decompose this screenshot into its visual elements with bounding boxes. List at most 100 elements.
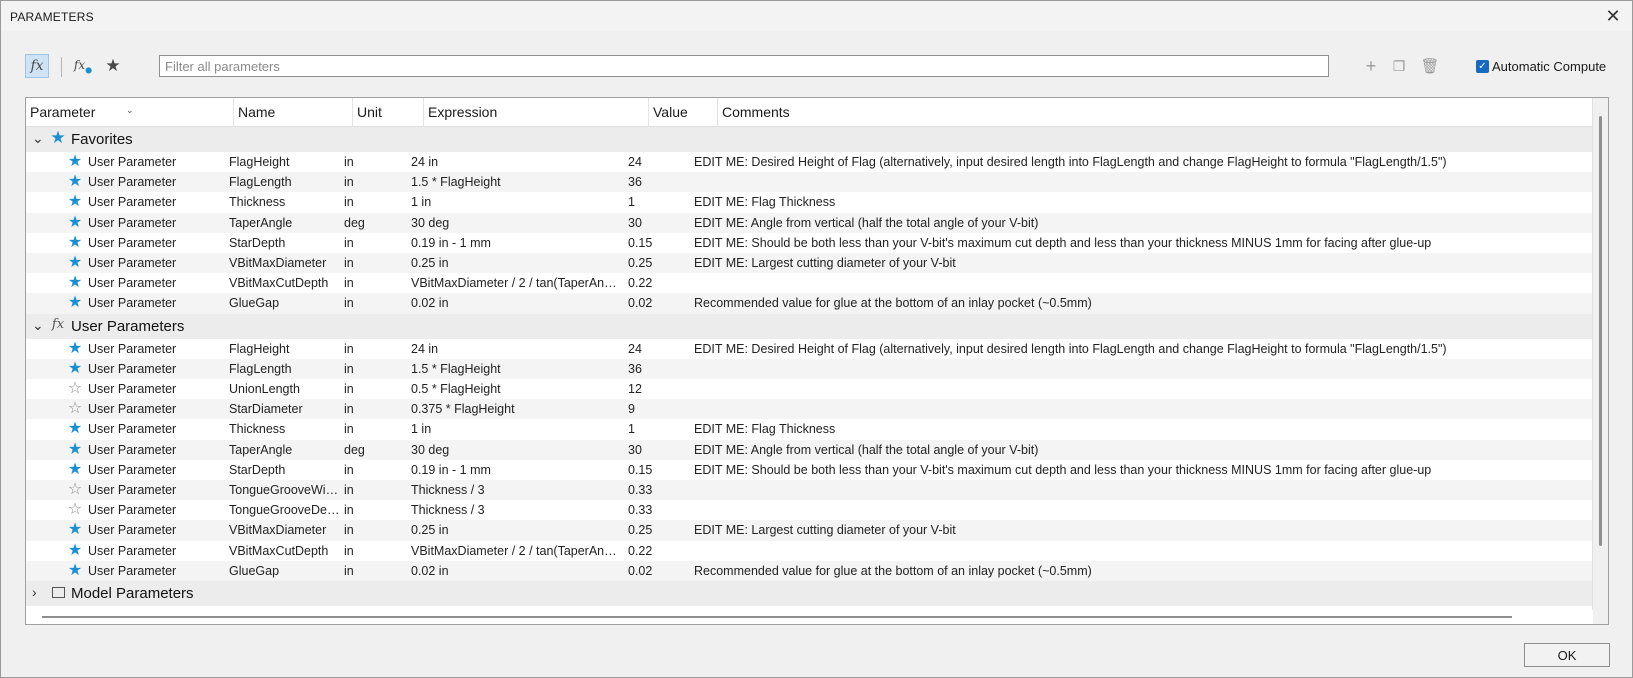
comment-cell[interactable] xyxy=(694,480,1574,501)
comment-cell[interactable] xyxy=(694,399,1574,420)
column-header-value[interactable]: Value xyxy=(649,98,718,127)
table-row[interactable]: ★ User Parameter Thickness in 1 in 1 EDIT ME: … xyxy=(26,192,1593,214)
favorite-star-empty-icon[interactable]: ☆ xyxy=(67,502,83,518)
horizontal-scrollbar[interactable] xyxy=(26,610,1593,624)
expression-cell[interactable]: 30 deg xyxy=(411,213,622,234)
add-parameter-button[interactable]: + xyxy=(1359,54,1383,78)
expression-cell[interactable]: 0.02 in xyxy=(411,293,622,314)
comment-cell[interactable]: EDIT ME: Largest cutting diameter of you… xyxy=(694,520,1574,541)
group-header-model-parameters[interactable]: › Model Parameters xyxy=(26,581,1593,606)
favorite-star-filled-icon[interactable]: ★ xyxy=(67,441,83,458)
copy-parameter-button[interactable]: ❐ xyxy=(1387,54,1411,78)
name-cell[interactable]: GlueGap xyxy=(229,293,342,314)
name-cell[interactable]: UnionLength xyxy=(229,379,342,400)
expression-cell[interactable]: 0.19 in - 1 mm xyxy=(411,460,622,481)
comment-cell[interactable]: EDIT ME: Largest cutting diameter of you… xyxy=(694,253,1574,274)
expression-cell[interactable]: 1.5 * FlagHeight xyxy=(411,172,622,193)
name-cell[interactable]: VBitMaxDiameter xyxy=(229,253,342,274)
expression-cell[interactable]: Thickness / 3 xyxy=(411,480,622,501)
table-row[interactable]: ★ User Parameter VBitMaxCutDepth in VBitMaxD… xyxy=(26,273,1593,295)
name-cell[interactable]: FlagLength xyxy=(229,172,342,193)
comment-cell[interactable]: EDIT ME: Angle from vertical (half the t… xyxy=(694,213,1574,234)
expression-cell[interactable]: 1 in xyxy=(411,419,622,440)
expression-cell[interactable]: Thickness / 3 xyxy=(411,500,622,521)
favorite-star-filled-icon[interactable]: ★ xyxy=(67,340,83,357)
comment-cell[interactable]: Recommended value for glue at the bottom… xyxy=(694,293,1574,314)
favorite-star-empty-icon[interactable]: ☆ xyxy=(67,401,83,417)
table-row[interactable]: ★ User Parameter VBitMaxCutDepth in VBitMaxD… xyxy=(26,540,1593,562)
table-row[interactable]: ☆ User Parameter StarDiameter in 0.375 * Fla… xyxy=(26,399,1593,421)
name-cell[interactable]: FlagLength xyxy=(229,359,342,380)
favorite-star-filled-icon[interactable]: ★ xyxy=(67,522,83,538)
favorite-star-filled-icon[interactable]: ★ xyxy=(67,295,83,311)
expression-cell[interactable]: 0.02 in xyxy=(411,561,622,582)
automatic-compute-toggle[interactable]: ✓ Automatic Compute xyxy=(1476,59,1606,74)
name-cell[interactable]: VBitMaxDiameter xyxy=(229,520,342,541)
table-row[interactable]: ★ User Parameter FlagHeight in 24 in 24 EDIT M… xyxy=(26,152,1593,173)
expression-cell[interactable]: 0.5 * FlagHeight xyxy=(411,379,622,400)
favorite-star-filled-icon[interactable]: ★ xyxy=(67,154,83,170)
table-row[interactable]: ★ User Parameter VBitMaxDiameter in 0.25 in 0… xyxy=(26,520,1593,542)
name-cell[interactable]: TaperAngle xyxy=(229,213,342,234)
name-cell[interactable]: FlagHeight xyxy=(229,339,342,360)
table-row[interactable]: ☆ User Parameter TongueGrooveDep... in Thick… xyxy=(26,500,1593,522)
expression-cell[interactable]: 24 in xyxy=(411,152,622,173)
filter-input[interactable] xyxy=(159,55,1329,77)
expression-cell[interactable]: 1.5 * FlagHeight xyxy=(411,359,622,380)
favorite-star-filled-icon[interactable]: ★ xyxy=(67,255,83,271)
comment-cell[interactable]: EDIT ME: Should be both less than your V… xyxy=(694,460,1574,481)
table-row[interactable]: ☆ User Parameter TongueGrooveWid... in Thick… xyxy=(26,480,1593,501)
expression-cell[interactable]: 0.19 in - 1 mm xyxy=(411,233,622,254)
user-parameters-button[interactable]: fx● xyxy=(71,54,95,78)
favorite-star-filled-icon[interactable]: ★ xyxy=(67,275,83,291)
column-header-unit[interactable]: Unit xyxy=(353,98,424,127)
checkbox-checked-icon[interactable]: ✓ xyxy=(1476,60,1489,73)
name-cell[interactable]: TaperAngle xyxy=(229,440,342,461)
comment-cell[interactable]: EDIT ME: Flag Thickness xyxy=(694,192,1574,213)
expression-cell[interactable]: 0.375 * FlagHeight xyxy=(411,399,622,420)
comment-cell[interactable]: EDIT ME: Desired Height of Flag (alterna… xyxy=(694,339,1574,360)
expression-cell[interactable]: 24 in xyxy=(411,339,622,360)
table-row[interactable]: ★ User Parameter FlagHeight in 24 in 24 EDIT M… xyxy=(26,338,1593,360)
name-cell[interactable]: Thickness xyxy=(229,419,342,440)
table-row[interactable]: ★ User Parameter FlagLength in 1.5 * FlagHei… xyxy=(26,358,1593,380)
table-row[interactable]: ★ User Parameter StarDepth in 0.19 in - 1 mm… xyxy=(26,232,1593,254)
comment-cell[interactable] xyxy=(694,379,1574,400)
comment-cell[interactable]: EDIT ME: Should be both less than your V… xyxy=(694,233,1574,254)
column-header-comments[interactable]: Comments xyxy=(718,98,1593,127)
name-cell[interactable]: GlueGap xyxy=(229,561,342,582)
table-row[interactable]: ★ User Parameter TaperAngle deg 30 deg 30 EDIT… xyxy=(26,212,1593,234)
comment-cell[interactable] xyxy=(694,172,1574,193)
table-row[interactable]: ★ User Parameter Thickness in 1 in 1 EDIT ME: … xyxy=(26,419,1593,441)
name-cell[interactable]: VBitMaxCutDepth xyxy=(229,273,342,294)
favorites-filter-button[interactable]: ★ xyxy=(101,54,125,78)
chevron-down-icon[interactable]: ⌄ xyxy=(32,130,44,147)
name-cell[interactable]: StarDiameter xyxy=(229,399,342,420)
comment-cell[interactable] xyxy=(694,500,1574,521)
favorite-star-filled-icon[interactable]: ★ xyxy=(67,360,83,377)
column-header-expression[interactable]: Expression xyxy=(424,98,649,127)
all-parameters-fx-button[interactable]: fx xyxy=(25,54,49,78)
favorite-star-filled-icon[interactable]: ★ xyxy=(67,461,83,478)
vertical-scroll-thumb[interactable] xyxy=(1599,116,1602,546)
name-cell[interactable]: StarDepth xyxy=(229,460,342,481)
chevron-down-icon[interactable]: ⌄ xyxy=(32,317,44,334)
name-cell[interactable]: StarDepth xyxy=(229,233,342,254)
favorite-star-filled-icon[interactable]: ★ xyxy=(67,562,83,579)
name-cell[interactable]: TongueGrooveDep... xyxy=(229,500,342,521)
comment-cell[interactable]: EDIT ME: Flag Thickness xyxy=(694,419,1574,440)
expression-cell[interactable]: VBitMaxDiameter / 2 / tan(TaperAngl... xyxy=(411,273,622,294)
expression-cell[interactable]: 1 in xyxy=(411,192,622,213)
comment-cell[interactable]: Recommended value for glue at the bottom… xyxy=(694,561,1574,582)
horizontal-scroll-thumb[interactable] xyxy=(42,616,1512,618)
table-row[interactable]: ★ User Parameter GlueGap in 0.02 in 0.02 Recom… xyxy=(26,560,1593,582)
favorite-star-filled-icon[interactable]: ★ xyxy=(67,421,83,437)
favorite-star-empty-icon[interactable]: ☆ xyxy=(67,381,83,397)
vertical-scrollbar[interactable] xyxy=(1592,98,1608,624)
column-header-name[interactable]: Name xyxy=(234,98,353,127)
name-cell[interactable]: TongueGrooveWid... xyxy=(229,480,342,501)
expression-cell[interactable]: 0.25 in xyxy=(411,520,622,541)
table-row[interactable]: ★ User Parameter TaperAngle deg 30 deg 30 EDIT… xyxy=(26,439,1593,461)
group-header-user-parameters[interactable]: ⌄ fx User Parameters xyxy=(26,313,1593,339)
name-cell[interactable]: Thickness xyxy=(229,192,342,213)
